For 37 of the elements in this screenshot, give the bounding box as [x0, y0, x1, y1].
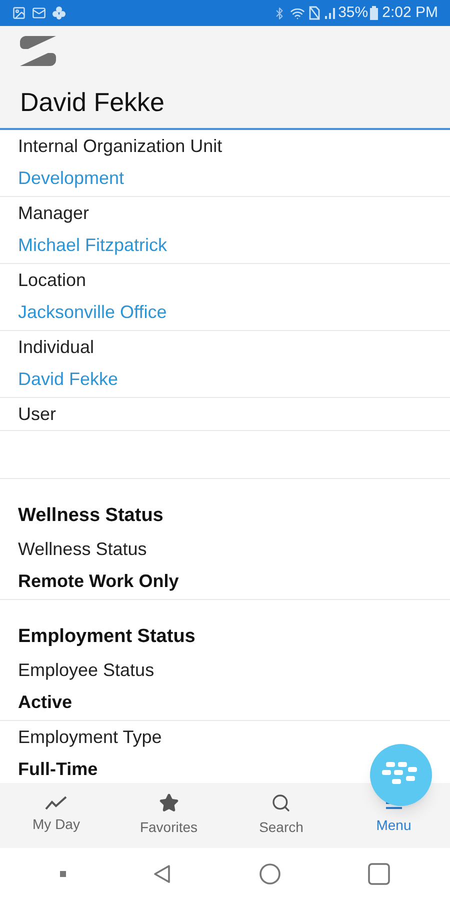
- field-value: Full-Time: [18, 758, 98, 781]
- signal-icon: [324, 7, 336, 19]
- gallery-icon: [12, 6, 26, 20]
- sim-icon: [309, 6, 320, 20]
- field-label: Wellness Status: [18, 538, 148, 561]
- nav-tab[interactable]: My Day: [0, 783, 112, 848]
- field-label: Location: [18, 269, 88, 292]
- page-title: David Fekke: [20, 86, 166, 119]
- mail-icon: [32, 6, 46, 20]
- field-label: Employment Type: [18, 726, 163, 749]
- wifi-icon: [290, 6, 306, 20]
- home-icon: [258, 863, 281, 885]
- field-label: Manager: [18, 202, 90, 225]
- nav-tab[interactable]: Favorites: [112, 783, 225, 848]
- section-heading: Wellness Status: [17, 504, 164, 528]
- trend-line-icon: [45, 796, 68, 810]
- field-label: Internal Organization Unit: [18, 135, 224, 158]
- search-icon: [271, 793, 292, 813]
- field-label: Employee Status: [18, 659, 156, 682]
- flower-icon: [52, 6, 66, 20]
- battery-percent: 35%: [338, 2, 368, 23]
- star-icon: [158, 793, 179, 813]
- field-link[interactable]: Development: [18, 162, 432, 196]
- field-link[interactable]: Michael Fitzpatrick: [18, 229, 432, 263]
- clock: 2:02 PM: [382, 2, 438, 23]
- field-link[interactable]: David Fekke: [18, 363, 432, 397]
- field-link[interactable]: Jacksonville Office: [18, 296, 432, 330]
- battery-icon: [370, 6, 378, 20]
- field-label: Individual: [18, 336, 96, 359]
- field-label: User: [18, 403, 58, 426]
- logo-icon: [20, 36, 56, 66]
- back-icon: [153, 864, 172, 884]
- recents-icon: [368, 863, 390, 885]
- field-value: Active: [18, 691, 72, 714]
- nav-tab[interactable]: Search: [225, 783, 338, 848]
- section-heading: Employment Status: [17, 625, 196, 649]
- field-value: Remote Work Only: [18, 570, 179, 593]
